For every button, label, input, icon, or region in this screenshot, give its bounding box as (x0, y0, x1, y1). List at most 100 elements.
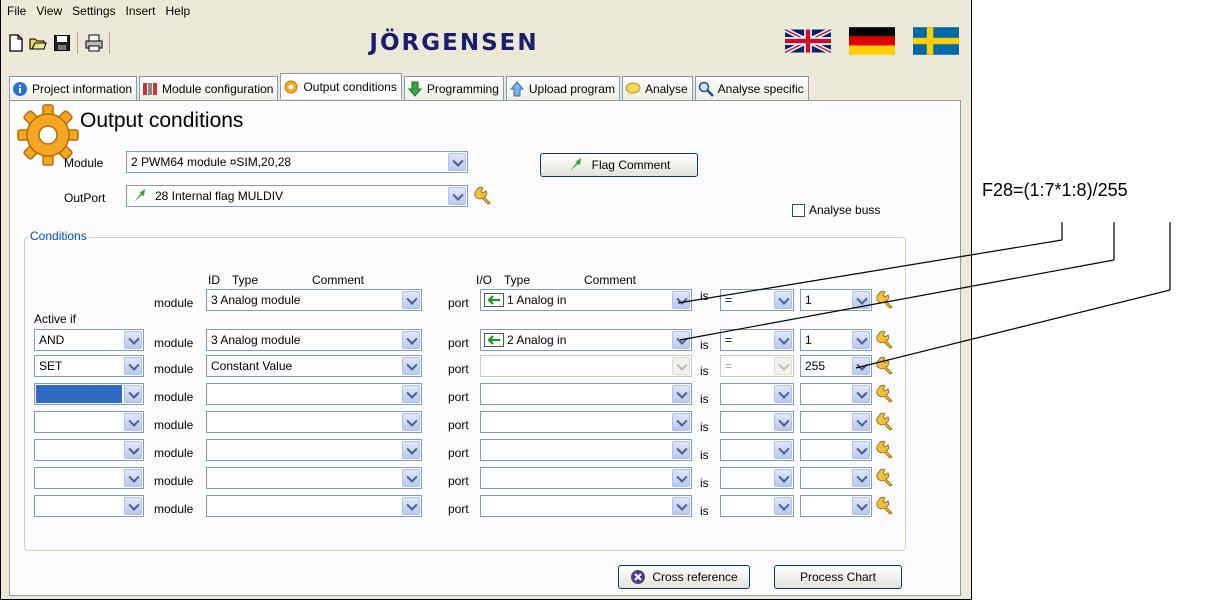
active-if-select[interactable]: AND (34, 329, 144, 351)
active-if-select[interactable] (34, 439, 144, 461)
chevron-down-icon[interactable] (402, 497, 420, 515)
module-select[interactable]: 2 PWM64 module ¤SIM,20,28 (126, 151, 468, 173)
chevron-down-icon[interactable] (124, 331, 142, 349)
chevron-down-icon[interactable] (774, 291, 792, 309)
chevron-down-icon[interactable] (124, 469, 142, 487)
uk-flag-icon[interactable] (785, 27, 831, 55)
chevron-down-icon[interactable] (402, 441, 420, 459)
value-select[interactable] (800, 383, 872, 405)
value-select[interactable] (800, 467, 872, 489)
chevron-down-icon[interactable] (124, 413, 142, 431)
save-icon[interactable] (53, 34, 71, 52)
chevron-down-icon[interactable] (402, 357, 420, 375)
chevron-down-icon[interactable] (124, 385, 142, 403)
wrench-icon[interactable] (876, 439, 896, 459)
chevron-down-icon[interactable] (774, 331, 792, 349)
menu-view[interactable]: View (36, 4, 62, 18)
wrench-icon[interactable] (876, 383, 896, 403)
condition-port-select[interactable]: 2 Analog in (480, 329, 692, 351)
active-if-select[interactable] (34, 383, 144, 405)
german-flag-icon[interactable] (849, 27, 895, 55)
tab-upload-program[interactable]: Upload program (505, 76, 620, 100)
tab-analyse-specific[interactable]: Analyse specific (694, 76, 809, 100)
chevron-down-icon[interactable] (402, 413, 420, 431)
operator-select[interactable]: = (720, 329, 794, 351)
condition-module-select[interactable]: Constant Value (206, 355, 422, 377)
chevron-down-icon[interactable] (402, 385, 420, 403)
menu-settings[interactable]: Settings (72, 4, 115, 18)
chevron-down-icon[interactable] (852, 469, 870, 487)
tab-project-information[interactable]: Project information (9, 76, 138, 100)
chevron-down-icon[interactable] (774, 385, 792, 403)
chevron-down-icon[interactable] (774, 469, 792, 487)
swedish-flag-icon[interactable] (913, 27, 959, 55)
chevron-down-icon[interactable] (774, 497, 792, 515)
condition-port-select[interactable] (480, 355, 692, 377)
condition-module-select[interactable] (206, 383, 422, 405)
checkbox-box[interactable] (792, 203, 805, 217)
chevron-down-icon[interactable] (124, 497, 142, 515)
flag-comment-button[interactable]: Flag Comment (540, 153, 698, 177)
chevron-down-icon[interactable] (852, 497, 870, 515)
wrench-icon[interactable] (876, 329, 896, 349)
operator-select[interactable] (720, 439, 794, 461)
outport-select[interactable]: 28 Internal flag MULDIV (126, 185, 468, 207)
tab-programming[interactable]: Programming (403, 76, 504, 100)
active-if-select[interactable]: SET (34, 355, 144, 377)
value-select[interactable]: 1 (800, 329, 872, 351)
wrench-icon[interactable] (876, 289, 896, 309)
menu-insert[interactable]: Insert (126, 4, 156, 18)
condition-module-select[interactable] (206, 439, 422, 461)
condition-module-select[interactable] (206, 495, 422, 517)
chevron-down-icon[interactable] (672, 441, 690, 459)
condition-port-select[interactable] (480, 383, 692, 405)
value-select[interactable] (800, 411, 872, 433)
print-icon[interactable] (85, 34, 103, 52)
chevron-down-icon[interactable] (402, 291, 420, 309)
chevron-down-icon[interactable] (852, 441, 870, 459)
open-folder-icon[interactable] (29, 34, 47, 52)
operator-select[interactable] (720, 467, 794, 489)
chevron-down-icon[interactable] (672, 357, 690, 375)
condition-module-select[interactable]: 3 Analog module (206, 329, 422, 351)
value-select[interactable]: 255 (800, 355, 872, 377)
condition-port-select[interactable] (480, 439, 692, 461)
chevron-down-icon[interactable] (774, 357, 792, 375)
wrench-icon[interactable] (876, 411, 896, 431)
active-if-select[interactable] (34, 495, 144, 517)
analyse-buss-checkbox[interactable]: Analyse buss (792, 203, 880, 217)
tab-output-conditions[interactable]: Output conditions (280, 73, 402, 99)
chevron-down-icon[interactable] (852, 291, 870, 309)
chevron-down-icon[interactable] (124, 441, 142, 459)
condition-port-select[interactable] (480, 411, 692, 433)
chevron-down-icon[interactable] (852, 413, 870, 431)
chevron-down-icon[interactable] (402, 331, 420, 349)
menu-file[interactable]: File (7, 4, 26, 18)
condition-port-select[interactable]: 1 Analog in (480, 289, 692, 311)
tab-module-configuration[interactable]: Module configuration (139, 76, 279, 100)
menu-help[interactable]: Help (166, 4, 191, 18)
chevron-down-icon[interactable] (448, 187, 466, 205)
wrench-icon[interactable] (876, 355, 896, 375)
chevron-down-icon[interactable] (672, 291, 690, 309)
operator-select[interactable]: = (720, 355, 794, 377)
active-if-select[interactable] (34, 411, 144, 433)
chevron-down-icon[interactable] (852, 331, 870, 349)
chevron-down-icon[interactable] (672, 497, 690, 515)
chevron-down-icon[interactable] (852, 385, 870, 403)
condition-port-select[interactable] (480, 467, 692, 489)
chevron-down-icon[interactable] (672, 469, 690, 487)
operator-select[interactable] (720, 383, 794, 405)
operator-select[interactable]: = (720, 289, 794, 311)
wrench-icon[interactable] (876, 467, 896, 487)
operator-select[interactable] (720, 411, 794, 433)
active-if-select[interactable] (34, 467, 144, 489)
new-file-icon[interactable] (7, 34, 25, 52)
chevron-down-icon[interactable] (852, 357, 870, 375)
condition-module-select[interactable] (206, 467, 422, 489)
process-chart-button[interactable]: Process Chart (774, 565, 902, 589)
tab-analyse[interactable]: Analyse (621, 76, 693, 100)
chevron-down-icon[interactable] (774, 441, 792, 459)
chevron-down-icon[interactable] (448, 153, 466, 171)
chevron-down-icon[interactable] (672, 385, 690, 403)
